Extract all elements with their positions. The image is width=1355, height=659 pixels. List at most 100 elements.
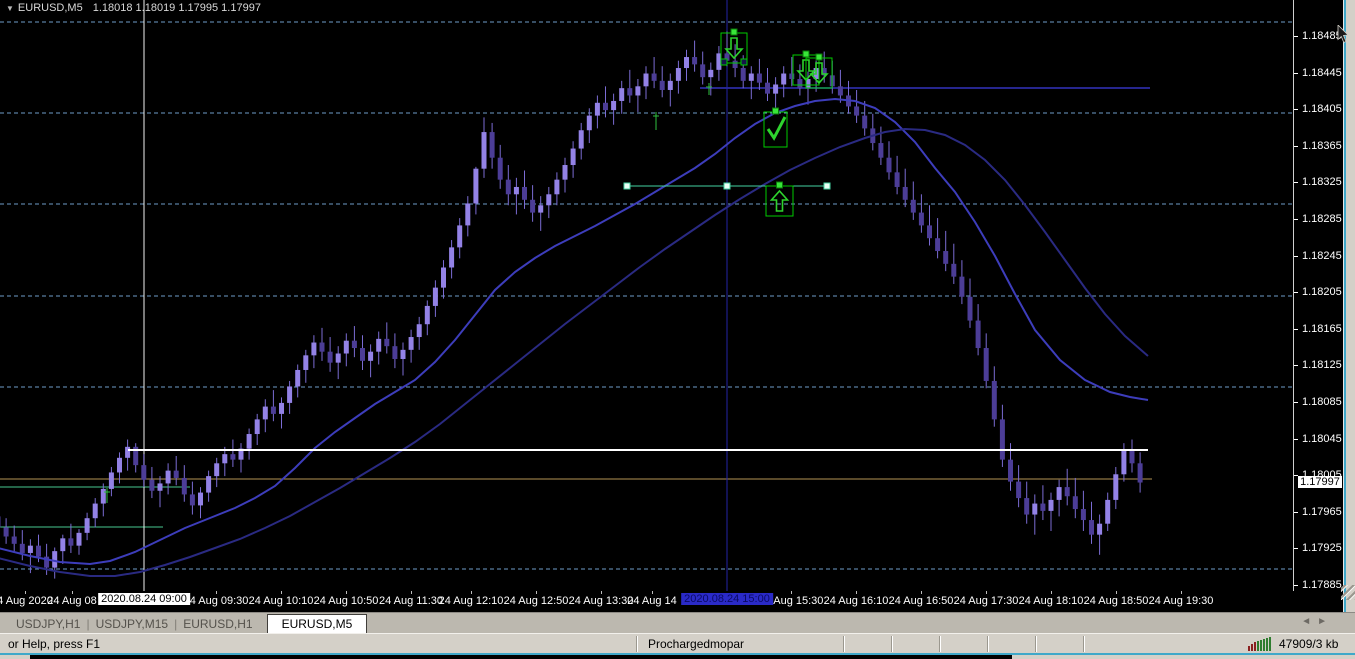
tab-scroll-arrows[interactable]: ◄► <box>1301 616 1333 627</box>
bear-candle <box>351 340 357 349</box>
bear-candle <box>36 545 41 557</box>
object-handle <box>720 58 728 66</box>
price-label: 1.18405 <box>1302 103 1342 116</box>
bear-candle <box>1008 459 1013 482</box>
bull-candle <box>773 84 779 94</box>
bear-candle <box>732 60 738 69</box>
bull-candle <box>400 349 406 359</box>
symbol-dropdown-icon[interactable]: ▼ <box>6 4 14 13</box>
bull-candle <box>538 205 544 213</box>
metatrader-terminal: ▼ EURUSD,M5 1.18018 1.18019 1.17995 1.1799… <box>0 0 1355 659</box>
bull-candle <box>441 267 446 288</box>
chart-tab-bar: USDJPY,H1 | USDJPY,M15 | EURUSD,H1 EURUSD,M5 … <box>0 612 1355 634</box>
bull-candle <box>92 503 98 519</box>
time-label: 24 Aug 18:50 <box>1083 595 1149 607</box>
down-arrow-object[interactable] <box>720 28 748 66</box>
time-label: 24 Aug 13:30 <box>568 595 634 607</box>
bear-candle <box>910 199 916 213</box>
price-tick <box>1294 255 1298 257</box>
bull-candle <box>100 488 106 504</box>
time-tick <box>216 591 217 594</box>
bear-candle <box>756 73 762 83</box>
time-label: 24 Aug 19:30 <box>1148 595 1214 607</box>
price-tick <box>1294 511 1298 513</box>
chart-canvas[interactable]: ▼ EURUSD,M5 1.18018 1.18019 1.17995 1.1799… <box>0 0 1293 591</box>
bear-candle <box>522 186 527 200</box>
object-handle <box>740 58 748 66</box>
bull-candle <box>667 80 673 90</box>
trendline-handle[interactable] <box>723 182 731 190</box>
time-tick <box>1181 591 1182 594</box>
bull-candle <box>335 353 341 363</box>
bull-candle <box>1056 487 1062 500</box>
bear-candle <box>1072 496 1078 510</box>
candlestick-chart[interactable] <box>0 0 1293 591</box>
bull-candle <box>76 532 82 546</box>
bull-candle <box>84 518 90 533</box>
price-label: 1.18325 <box>1302 176 1342 189</box>
bull-candle <box>594 102 600 116</box>
status-divider <box>1083 636 1085 652</box>
chart-window-resize-grip[interactable] <box>1341 585 1355 600</box>
bull-candle <box>1113 474 1119 500</box>
price-tick <box>1294 548 1298 550</box>
up-arrow-object[interactable] <box>765 181 794 217</box>
time-label: 24 Aug 12:10 <box>438 595 504 607</box>
bear-candle <box>1089 520 1094 535</box>
chart-tab-eurusd-h1[interactable]: EURUSD,H1 <box>177 617 258 631</box>
trendline-handle[interactable] <box>623 182 631 190</box>
bull-candle <box>157 483 163 491</box>
bull-candle <box>1121 450 1127 475</box>
price-tick <box>1294 219 1298 220</box>
chart-tab-usdjpy-h1[interactable]: USDJPY,H1 <box>10 617 86 631</box>
bull-candle <box>416 324 422 338</box>
price-tick <box>1294 365 1298 367</box>
tab-scroll-right-icon[interactable]: ► <box>1317 616 1333 627</box>
price-tick <box>1294 585 1298 586</box>
bear-candle <box>983 348 989 381</box>
bear-candle <box>173 470 179 478</box>
bear-candle <box>270 406 276 414</box>
chart-tab-eurusd-m5[interactable]: EURUSD,M5 <box>266 613 368 634</box>
bull-candle <box>1032 503 1038 515</box>
time-label: 24 Aug 08 <box>47 595 97 607</box>
bull-candle <box>635 86 641 96</box>
bull-candle <box>457 225 463 248</box>
check-arrow-object[interactable] <box>763 107 788 148</box>
bull-candle <box>108 472 114 489</box>
price-axis[interactable]: 1.17997 1.18485 1.18445 1.18405 1.18365 1.18… <box>1293 0 1343 591</box>
time-axis[interactable]: 4 Aug 2020 24 Aug 08 24 Aug 09:30 24 Aug 10… <box>0 591 1343 612</box>
bull-candle <box>206 476 212 493</box>
bear-candle <box>1016 481 1022 499</box>
bull-candle <box>1048 499 1054 511</box>
tab-scroll-left-icon[interactable]: ◄ <box>1301 616 1317 627</box>
trendline-handle[interactable] <box>823 182 831 190</box>
price-label: 1.18445 <box>1302 66 1342 79</box>
vline-time-badge-blue: 2020.08.24 15:00 <box>681 593 773 605</box>
bear-candle <box>1080 509 1086 521</box>
bull-candle <box>295 369 301 387</box>
bull-candle <box>60 538 66 552</box>
price-tick <box>1294 438 1298 440</box>
bear-candle <box>975 320 981 349</box>
bull-candle <box>781 73 787 85</box>
price-tick <box>1294 328 1298 330</box>
bear-candle <box>497 157 503 180</box>
bull-candle <box>675 68 681 81</box>
bull-candle <box>465 203 471 226</box>
object-handle <box>776 181 783 189</box>
bear-candle <box>943 251 949 264</box>
time-tick <box>652 591 653 594</box>
time-tick <box>536 591 537 594</box>
vline-time-badge-white: 2020.08.24 09:00 <box>98 593 190 605</box>
bear-candle <box>181 477 187 495</box>
status-divider <box>1035 636 1037 652</box>
bull-candle <box>473 168 479 204</box>
chart-ohlc-values: 1.18018 1.18019 1.17995 1.17997 <box>92 2 261 14</box>
bull-candle <box>684 57 689 69</box>
chart-tab-usdjpy-m15[interactable]: USDJPY,M15 <box>90 617 174 631</box>
bear-candle <box>384 338 390 347</box>
bear-candle <box>967 296 973 321</box>
bear-candle <box>692 57 698 65</box>
bear-candle <box>951 263 957 277</box>
